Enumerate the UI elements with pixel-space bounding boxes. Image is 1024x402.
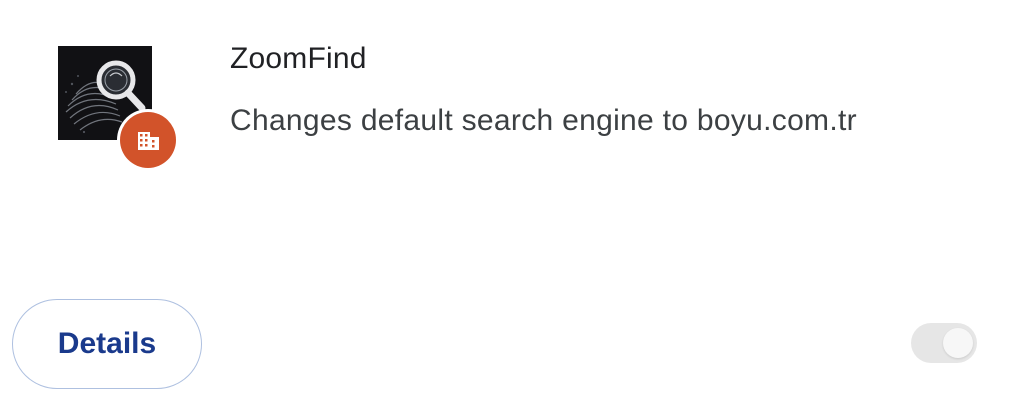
extension-card: ZoomFind Changes default search engine t… xyxy=(0,0,1024,402)
details-button[interactable]: Details xyxy=(12,299,202,389)
extension-enabled-toggle[interactable] xyxy=(911,323,977,363)
enterprise-building-icon xyxy=(120,112,176,168)
toggle-knob xyxy=(943,328,973,358)
extension-description: Changes default search engine to boyu.co… xyxy=(230,104,857,137)
extension-name: ZoomFind xyxy=(230,42,367,75)
